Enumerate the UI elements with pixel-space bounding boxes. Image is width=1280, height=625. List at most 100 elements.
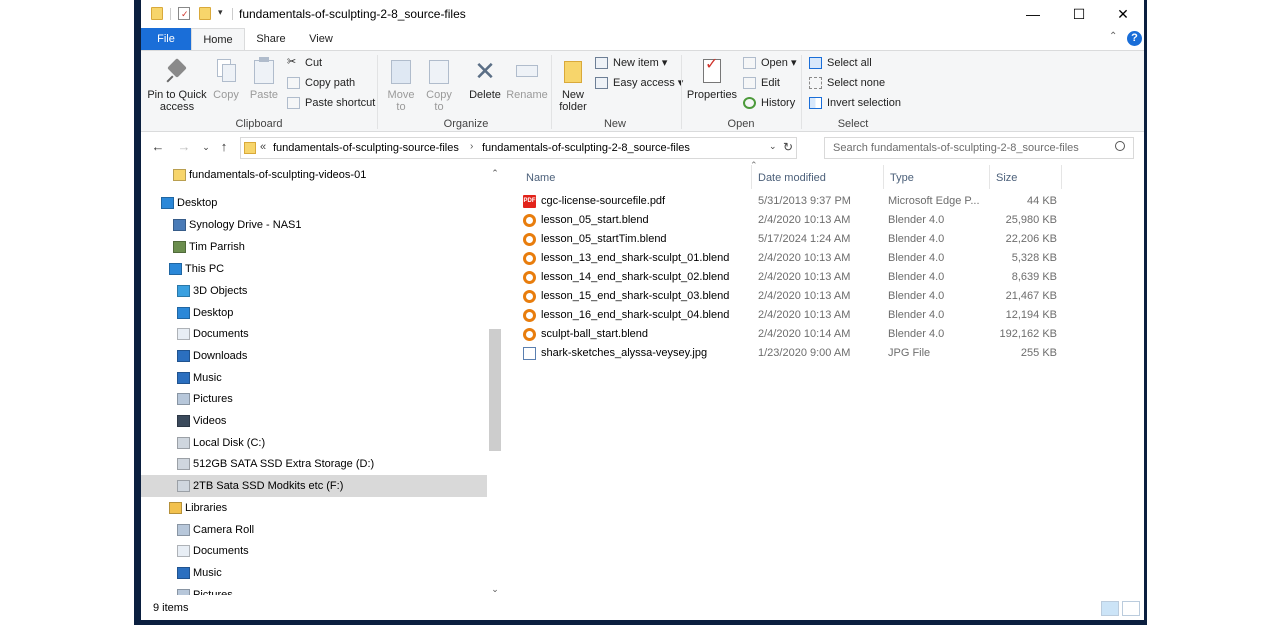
collapse-ribbon-icon[interactable]: ⌃	[1109, 31, 1117, 42]
breadcrumb-item[interactable]: fundamentals-of-sculpting-2-8_source-fil…	[482, 142, 690, 154]
nav-item[interactable]: Desktop	[141, 192, 487, 214]
new-group-label: New	[603, 118, 626, 130]
nav-item-label: Documents	[193, 328, 249, 340]
file-row[interactable]: lesson_15_end_shark-sculpt_03.blend 2/4/2…	[520, 287, 1060, 306]
edit-button[interactable]: Edit	[743, 75, 780, 91]
cut-button[interactable]: ✂ Cut	[287, 55, 322, 71]
nav-item[interactable]: Desktop	[141, 302, 487, 324]
copy-button[interactable]: Copy	[209, 57, 243, 101]
file-type: Blender 4.0	[888, 328, 945, 340]
nav-item[interactable]: Tim Parrish	[141, 236, 487, 258]
file-row[interactable]: PDF cgc-license-sourcefile.pdf 5/31/2013 9…	[520, 192, 1060, 211]
move-to-button[interactable]: Move to	[383, 57, 419, 113]
recent-locations-chevron-icon[interactable]: ⌄	[198, 139, 214, 155]
file-row[interactable]: lesson_05_startTim.blend 5/17/2024 1:24 A…	[520, 230, 1060, 249]
properties-button[interactable]: ✓ Properties	[685, 57, 739, 102]
minimize-button[interactable]: —	[1011, 0, 1055, 28]
customize-toolbar-chevron-icon[interactable]: ▾	[218, 7, 223, 18]
new-folder-button[interactable]: New folder	[555, 57, 591, 113]
group-separator	[377, 55, 378, 129]
nav-item[interactable]: Pictures	[141, 388, 487, 410]
nav-item[interactable]: Documents	[141, 540, 487, 562]
large-icons-view-icon[interactable]	[1122, 601, 1140, 616]
properties-icon[interactable]: ✓	[178, 7, 190, 20]
new-item-button[interactable]: New item ▾	[595, 55, 667, 71]
nav-item[interactable]: Local Disk (C:)	[141, 432, 487, 454]
column-header-type[interactable]: Type	[884, 167, 988, 189]
delete-button[interactable]: ✕ Delete	[467, 57, 503, 101]
select-all-button[interactable]: Select all	[809, 55, 872, 71]
nav-item[interactable]: Camera Roll	[141, 519, 487, 541]
address-bar[interactable]: « fundamentals-of-sculpting-source-files…	[240, 137, 797, 159]
nav-item[interactable]: Pictures	[141, 584, 487, 595]
document-icon	[177, 545, 190, 557]
maximize-button[interactable]: ☐	[1057, 0, 1101, 28]
forward-arrow-icon[interactable]: →	[176, 139, 192, 155]
nav-item-label: Pictures	[193, 589, 233, 595]
nav-item-label: 3D Objects	[193, 285, 248, 297]
search-icon[interactable]	[1115, 141, 1125, 151]
cube-icon	[177, 285, 190, 297]
back-arrow-icon[interactable]: ←	[150, 139, 166, 155]
file-row[interactable]: shark-sketches_alyssa-veysey.jpg 1/23/202…	[520, 344, 1060, 363]
ribbon-tabs: File Home Share View ⌃ ?	[141, 28, 1144, 50]
invert-selection-button[interactable]: Invert selection	[809, 95, 901, 111]
tab-view[interactable]: View	[301, 28, 341, 50]
column-header-size[interactable]: Size	[990, 167, 1060, 189]
easy-access-button[interactable]: Easy access ▾	[595, 75, 683, 91]
new-folder-icon[interactable]	[199, 7, 211, 20]
tab-file[interactable]: File	[141, 28, 191, 50]
nav-item[interactable]: Documents	[141, 323, 487, 345]
nav-item[interactable]: 3D Objects	[141, 280, 487, 302]
history-button[interactable]: History	[743, 95, 795, 111]
group-separator	[681, 55, 682, 129]
open-button[interactable]: Open ▾	[743, 55, 797, 71]
nav-item[interactable]: This PC	[141, 258, 487, 280]
copy-path-button[interactable]: Copy path	[287, 75, 355, 91]
tab-share[interactable]: Share	[251, 28, 291, 50]
nav-item[interactable]: Videos	[141, 410, 487, 432]
file-date: 5/17/2024 1:24 AM	[758, 233, 851, 245]
nav-item[interactable]: Libraries	[141, 497, 487, 519]
column-header-name[interactable]: Name	[520, 167, 750, 189]
blender-file-icon	[523, 271, 536, 284]
rename-icon	[514, 57, 540, 85]
nav-item[interactable]: Music	[141, 562, 487, 584]
column-divider[interactable]	[1061, 165, 1062, 189]
picture-icon	[177, 393, 190, 405]
column-header-date[interactable]: Date modified	[752, 167, 882, 189]
paste-shortcut-button[interactable]: Paste shortcut	[287, 95, 375, 111]
file-row[interactable]: lesson_13_end_shark-sculpt_01.blend 2/4/2…	[520, 249, 1060, 268]
nav-item-label: Downloads	[193, 350, 248, 362]
close-button[interactable]: ✕	[1101, 0, 1145, 28]
file-row[interactable]: lesson_16_end_shark-sculpt_04.blend 2/4/2…	[520, 306, 1060, 325]
up-arrow-icon[interactable]: ↑	[216, 139, 232, 155]
nav-scroll-thumb[interactable]	[489, 329, 501, 451]
tab-home[interactable]: Home	[191, 28, 245, 50]
nav-item[interactable]: Downloads	[141, 345, 487, 367]
help-icon[interactable]: ?	[1127, 31, 1142, 46]
refresh-icon[interactable]: ↻	[783, 140, 793, 154]
address-dropdown-chevron-icon[interactable]: ⌄	[769, 141, 777, 152]
search-input[interactable]: Search fundamentals-of-sculpting-2-8_sou…	[824, 137, 1134, 159]
nav-item[interactable]: 2TB Sata SSD Modkits etc (F:)	[141, 475, 487, 497]
nav-item[interactable]: Music	[141, 367, 487, 389]
nav-item[interactable]: Synology Drive - NAS1	[141, 214, 487, 236]
nav-item[interactable]: 512GB SATA SSD Extra Storage (D:)	[141, 453, 487, 475]
paste-button[interactable]: Paste	[247, 57, 281, 101]
select-none-button[interactable]: Select none	[809, 75, 885, 91]
overflow-chevron-icon[interactable]: «	[260, 141, 266, 153]
nav-item[interactable]: fundamentals-of-sculpting-videos-01	[141, 164, 487, 186]
file-row[interactable]: lesson_14_end_shark-sculpt_02.blend 2/4/2…	[520, 268, 1060, 287]
file-row[interactable]: sculpt-ball_start.blend 2/4/2020 10:14 AM…	[520, 325, 1060, 344]
file-row[interactable]: lesson_05_start.blend 2/4/2020 10:13 AM Bl…	[520, 211, 1060, 230]
copy-to-button[interactable]: Copy to	[421, 57, 457, 113]
nav-scrollbar[interactable]: ⌃ ⌄	[487, 163, 503, 595]
breadcrumb-separator-icon[interactable]: ›	[470, 141, 473, 152]
scroll-down-chevron-icon[interactable]: ⌄	[487, 581, 503, 595]
scroll-up-chevron-icon[interactable]: ⌃	[487, 165, 503, 181]
details-view-icon[interactable]	[1101, 601, 1119, 616]
pin-quick-access-button[interactable]: Pin to Quick access	[145, 57, 209, 113]
rename-button[interactable]: Rename	[505, 57, 549, 101]
breadcrumb-item[interactable]: fundamentals-of-sculpting-source-files	[273, 142, 459, 154]
